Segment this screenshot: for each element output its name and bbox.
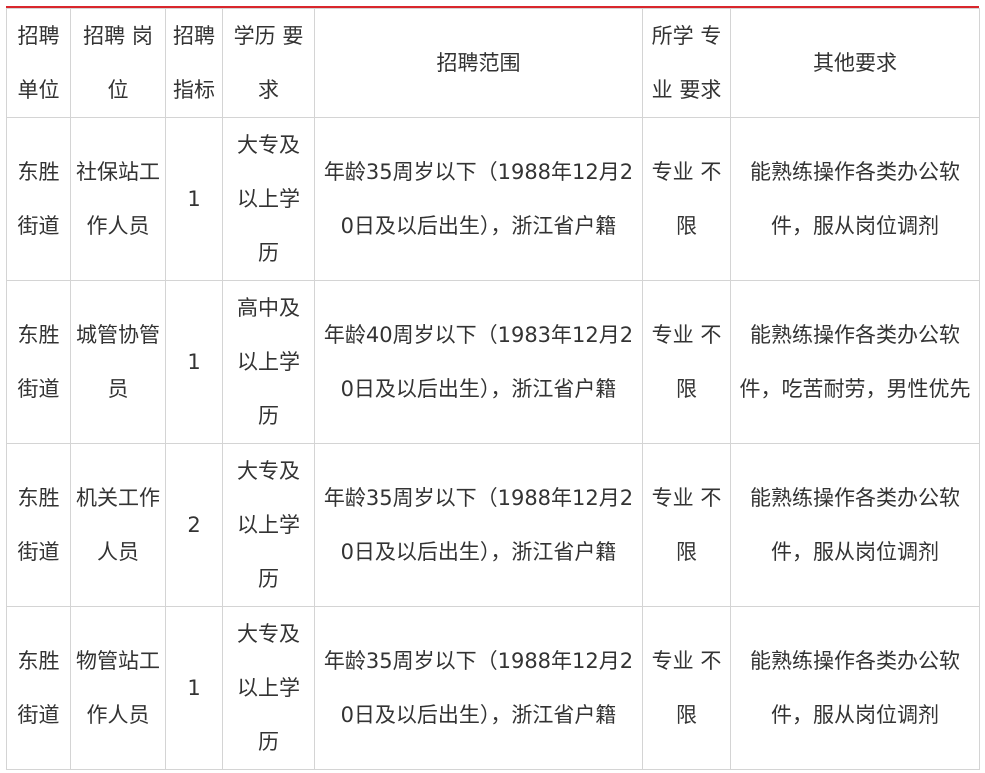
cell-scope: 年龄35周岁以下（1988年12月20日及以后出生），浙江省户籍 <box>314 606 643 770</box>
cell-unit: 东胜街道 <box>6 443 71 607</box>
cell-unit: 东胜街道 <box>6 280 71 444</box>
table-header-row: 招聘单位 招聘 岗位 招聘指标 学历 要求 招聘范围 所学 专业 要求 其他要求 <box>6 8 980 118</box>
cell-quota: 1 <box>165 606 223 770</box>
cell-position: 物管站工作人员 <box>70 606 166 770</box>
cell-scope: 年龄35周岁以下（1988年12月20日及以后出生），浙江省户籍 <box>314 117 643 281</box>
cell-unit: 东胜街道 <box>6 606 71 770</box>
header-scope: 招聘范围 <box>314 8 643 118</box>
header-education: 学历 要求 <box>222 8 315 118</box>
table-row: 东胜街道 城管协管员 1 高中及以上学历 年龄40周岁以下（1983年12月20… <box>6 280 980 444</box>
cell-scope: 年龄40周岁以下（1983年12月20日及以后出生），浙江省户籍 <box>314 280 643 444</box>
cell-quota: 1 <box>165 280 223 444</box>
table-row: 东胜街道 社保站工作人员 1 大专及以上学历 年龄35周岁以下（1988年12月… <box>6 117 980 281</box>
cell-major: 专业 不限 <box>642 280 731 444</box>
cell-major: 专业 不限 <box>642 606 731 770</box>
cell-education: 大专及以上学历 <box>222 117 315 281</box>
cell-position: 社保站工作人员 <box>70 117 166 281</box>
header-major: 所学 专业 要求 <box>642 8 731 118</box>
header-position: 招聘 岗位 <box>70 8 166 118</box>
cell-other: 能熟练操作各类办公软件，吃苦耐劳，男性优先 <box>730 280 980 444</box>
cell-scope: 年龄35周岁以下（1988年12月20日及以后出生），浙江省户籍 <box>314 443 643 607</box>
cell-position: 城管协管员 <box>70 280 166 444</box>
cell-other: 能熟练操作各类办公软件，服从岗位调剂 <box>730 443 980 607</box>
cell-major: 专业 不限 <box>642 117 731 281</box>
cell-other: 能熟练操作各类办公软件，服从岗位调剂 <box>730 117 980 281</box>
header-unit: 招聘单位 <box>6 8 71 118</box>
recruitment-table: 招聘单位 招聘 岗位 招聘指标 学历 要求 招聘范围 所学 专业 要求 其他要求… <box>6 8 980 770</box>
header-quota: 招聘指标 <box>165 8 223 118</box>
cell-education: 大专及以上学历 <box>222 443 315 607</box>
cell-position: 机关工作人员 <box>70 443 166 607</box>
table-row: 东胜街道 机关工作人员 2 大专及以上学历 年龄35周岁以下（1988年12月2… <box>6 443 980 607</box>
cell-quota: 1 <box>165 117 223 281</box>
cell-major: 专业 不限 <box>642 443 731 607</box>
cell-education: 高中及以上学历 <box>222 280 315 444</box>
cell-other: 能熟练操作各类办公软件，服从岗位调剂 <box>730 606 980 770</box>
table-row: 东胜街道 物管站工作人员 1 大专及以上学历 年龄35周岁以下（1988年12月… <box>6 606 980 770</box>
cell-education: 大专及以上学历 <box>222 606 315 770</box>
cell-quota: 2 <box>165 443 223 607</box>
header-other: 其他要求 <box>730 8 980 118</box>
cell-unit: 东胜街道 <box>6 117 71 281</box>
